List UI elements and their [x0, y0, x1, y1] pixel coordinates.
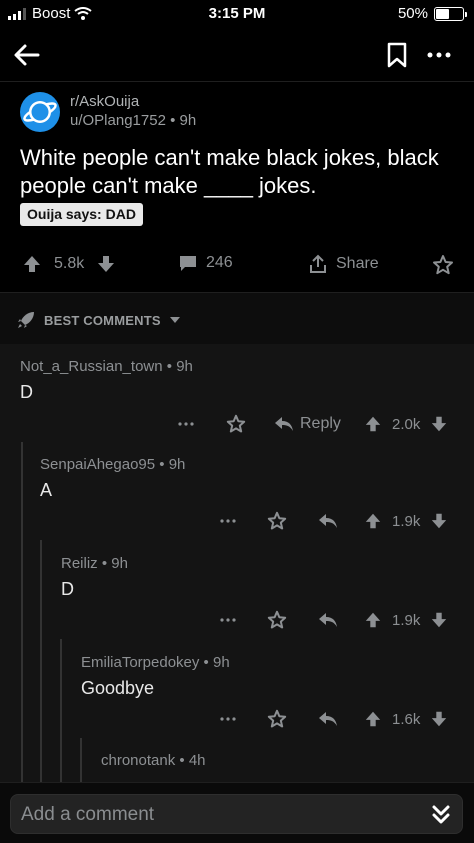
comments-list: Not_a_Russian_town • 9h D Reply 2.0k Sen…: [0, 344, 474, 782]
comment-body: D: [20, 382, 33, 402]
comment-vote-group: 1.9k: [364, 506, 448, 536]
comment-body: A: [40, 480, 53, 500]
comment-placeholder: Add a comment: [21, 804, 155, 825]
add-comment-field[interactable]: Add a comment: [10, 794, 463, 834]
share-button[interactable]: Share: [308, 254, 379, 274]
reply-icon[interactable]: [318, 605, 338, 635]
upvote-icon[interactable]: [22, 254, 42, 274]
upvote-icon[interactable]: [364, 710, 382, 728]
comment-age: 4h: [188, 752, 206, 769]
post-title[interactable]: White people can't make black jokes, bla…: [20, 144, 460, 200]
post-flair: Ouija says: DAD: [20, 203, 143, 226]
upvote-icon[interactable]: [364, 611, 382, 629]
battery-percent: 50%: [397, 5, 428, 22]
award-icon: [433, 255, 453, 275]
comment-meta: Not_a_Russian_town • 9h: [20, 358, 193, 375]
comment-meta: EmiliaTorpedokey • 9h: [81, 654, 230, 671]
comment-award-icon[interactable]: [267, 704, 287, 734]
comment-age: 9h: [176, 358, 193, 375]
collapse-threads-icon[interactable]: [426, 800, 456, 830]
comment: Not_a_Russian_town • 9h D Reply 2.0k: [0, 344, 474, 442]
comment-vote-group: 1.6k: [364, 704, 448, 734]
comment-age: 9h: [111, 555, 128, 572]
comment-vote-group: 1.9k: [364, 605, 448, 635]
comment-meta: chronotank • 4h: [101, 752, 206, 769]
meta-separator: •: [170, 112, 180, 129]
comment-vote-count: 1.9k: [392, 512, 421, 530]
downvote-icon[interactable]: [430, 611, 448, 629]
comment-vote-count: 2.0k: [392, 415, 421, 433]
comment-award-icon[interactable]: [226, 409, 246, 439]
comment-more-icon[interactable]: [220, 704, 236, 734]
rocket-icon: [18, 312, 34, 328]
back-arrow-icon[interactable]: [12, 40, 42, 70]
post-author-line: u/OPlang1752 • 9h: [70, 112, 196, 129]
comment-age: 9h: [168, 456, 186, 473]
subreddit-name[interactable]: r/AskOuija: [70, 93, 139, 110]
reply-button[interactable]: Reply: [274, 409, 341, 439]
comment-author[interactable]: EmiliaTorpedokey: [81, 654, 199, 671]
post-nav-bar: [0, 28, 474, 82]
post-comment-count: 246: [206, 254, 233, 271]
comment-more-icon[interactable]: [220, 506, 236, 536]
comment-award-icon[interactable]: [267, 605, 287, 635]
comment-composer-bar: Add a comment: [0, 782, 474, 843]
comment: chronotank • 4h: [0, 739, 474, 782]
comment-author[interactable]: Not_a_Russian_town: [20, 358, 163, 375]
downvote-icon[interactable]: [430, 710, 448, 728]
comment-more-icon[interactable]: [220, 605, 236, 635]
post-author[interactable]: u/OPlang1752: [70, 112, 166, 129]
share-icon: [310, 254, 326, 273]
comments-button[interactable]: 246: [178, 254, 233, 272]
reply-icon: [275, 417, 293, 431]
caret-down-icon: [169, 317, 180, 323]
comment-body: D: [61, 579, 74, 599]
reply-icon[interactable]: [318, 506, 338, 536]
subreddit-planet-icon[interactable]: [20, 92, 60, 132]
comment-vote-count: 1.6k: [392, 710, 421, 728]
comment-age: 9h: [212, 654, 230, 671]
post-vote-group: 5.8k: [22, 254, 116, 274]
comment: Reiliz • 9h D 1.9k: [0, 541, 474, 639]
comment: SenpaiAhegao95 • 9h A 1.9k: [0, 442, 474, 540]
share-label: Share: [336, 255, 379, 272]
sort-label: BEST COMMENTS: [44, 312, 161, 328]
upvote-icon[interactable]: [364, 415, 382, 433]
battery-fill: [436, 8, 449, 19]
post-action-bar: 5.8k 246 Share: [0, 244, 474, 284]
comment-actions: 1.9k: [0, 506, 474, 536]
award-button[interactable]: [432, 254, 454, 276]
upvote-icon[interactable]: [364, 512, 382, 530]
comment-actions: 1.6k: [0, 704, 474, 734]
post-age: 9h: [179, 112, 197, 129]
status-right: 50%: [397, 5, 467, 22]
comment-sort-bar[interactable]: BEST COMMENTS: [0, 292, 474, 344]
comment-author[interactable]: SenpaiAhegao95: [40, 456, 155, 473]
post-card: r/AskOuija u/OPlang1752 • 9h White peopl…: [0, 82, 474, 290]
downvote-icon[interactable]: [96, 254, 116, 274]
comment-more-icon[interactable]: [178, 409, 194, 439]
comment-award-icon[interactable]: [267, 506, 287, 536]
comment-actions: 1.9k: [0, 605, 474, 635]
downvote-icon[interactable]: [430, 415, 448, 433]
comment-meta: Reiliz • 9h: [61, 555, 128, 572]
comment-meta: SenpaiAhegao95 • 9h: [40, 456, 186, 473]
bookmark-icon[interactable]: [386, 42, 408, 68]
more-dots-icon[interactable]: [424, 40, 454, 70]
comment-bubble-icon: [180, 256, 196, 271]
comment-author[interactable]: Reiliz: [61, 555, 98, 572]
downvote-icon[interactable]: [430, 512, 448, 530]
comment-vote-group: 2.0k: [364, 409, 448, 439]
status-bar: Boost 3:15 PM 50%: [0, 0, 474, 28]
battery-icon: [434, 6, 467, 21]
reply-label: Reply: [300, 415, 341, 432]
post-vote-count: 5.8k: [54, 255, 85, 272]
comment-body: Goodbye: [81, 678, 155, 698]
comment-vote-count: 1.9k: [392, 611, 421, 629]
reply-icon[interactable]: [318, 704, 338, 734]
comment-actions: Reply 2.0k: [0, 409, 474, 439]
comment: EmiliaTorpedokey • 9h Goodbye 1.6k: [0, 640, 474, 738]
comment-author[interactable]: chronotank: [101, 752, 175, 769]
